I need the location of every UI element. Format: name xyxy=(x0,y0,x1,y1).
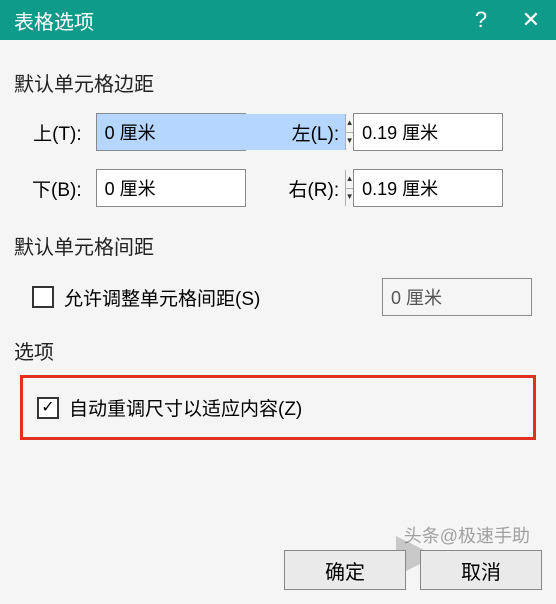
autofit-checkbox-label: 自动重调尺寸以适应内容(Z) xyxy=(69,394,302,421)
spacing-checkbox-label: 允许调整单元格间距(S) xyxy=(64,284,260,311)
window-title: 表格选项 xyxy=(14,6,94,35)
cancel-button[interactable]: 取消 xyxy=(420,550,542,590)
top-spinbox[interactable]: ▲▼ xyxy=(96,113,246,151)
left-label: 左(L): xyxy=(288,119,339,146)
close-icon: ✕ xyxy=(522,7,540,33)
spacing-section-label: 默认单元格间距 xyxy=(14,231,542,260)
left-spinbox[interactable]: ▲▼ xyxy=(353,113,503,151)
right-spinbox[interactable]: ▲▼ xyxy=(353,169,503,207)
checkbox-icon xyxy=(32,286,54,308)
help-icon: ? xyxy=(475,7,487,33)
spacing-spinbox: ▲▼ xyxy=(382,278,532,316)
close-button[interactable]: ✕ xyxy=(506,0,556,40)
spacing-input xyxy=(383,279,556,315)
help-button[interactable]: ? xyxy=(456,0,506,40)
left-input[interactable] xyxy=(354,114,556,150)
watermark-text: 头条@极速手助 xyxy=(404,522,530,548)
ok-button[interactable]: 确定 xyxy=(284,550,406,590)
top-label: 上(T): xyxy=(32,119,82,146)
right-input[interactable] xyxy=(354,170,556,206)
right-label: 右(R): xyxy=(288,175,339,202)
spacing-checkbox[interactable]: 允许调整单元格间距(S) xyxy=(32,284,260,311)
autofit-highlight: ✓ 自动重调尺寸以适应内容(Z) xyxy=(20,375,536,440)
bottom-spinbox[interactable]: ▲▼ xyxy=(96,169,246,207)
bottom-label: 下(B): xyxy=(32,175,82,202)
options-section-label: 选项 xyxy=(14,336,542,365)
checkbox-checked-icon: ✓ xyxy=(37,397,59,419)
spacing-row: 允许调整单元格间距(S) ▲▼ xyxy=(14,270,542,322)
margins-section-label: 默认单元格边距 xyxy=(14,68,542,97)
button-row: 确定 取消 xyxy=(284,550,542,590)
autofit-checkbox[interactable]: ✓ 自动重调尺寸以适应内容(Z) xyxy=(37,394,519,421)
titlebar: 表格选项 ? ✕ xyxy=(0,0,556,40)
dialog-body: 默认单元格边距 上(T): ▲▼ 左(L): ▲▼ 下(B): ▲▼ 右(R):… xyxy=(0,40,556,604)
margins-grid: 上(T): ▲▼ 左(L): ▲▼ 下(B): ▲▼ 右(R): ▲▼ xyxy=(14,107,542,217)
